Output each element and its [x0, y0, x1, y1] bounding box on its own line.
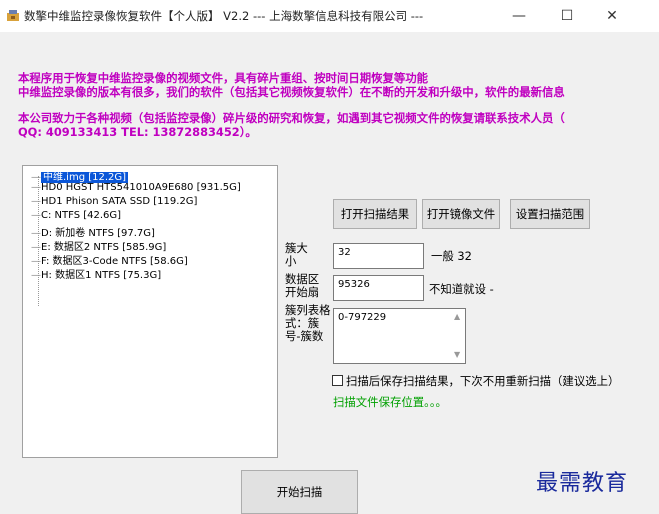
tree-item-label: HD0 HGST HTS541010A9E680 [931.5G] [41, 182, 241, 193]
cluster-size-label: 簇大小 [285, 241, 308, 268]
start-sector-input[interactable]: 95326 [333, 275, 424, 301]
tree-item-c[interactable]: —C: NTFS [42.6G] [31, 210, 121, 224]
save-scan-result-label: 扫描后保存扫描结果，下次不用重新扫描（建议选上） [346, 374, 620, 388]
watermark-text: 最需教育 [536, 471, 629, 496]
title-bar: 数擎中维监控录像恢复软件【个人版】 V2.2 --- 上海数擎信息科技有限公司 … [0, 0, 659, 32]
scroll-up-icon[interactable]: ▲ [454, 312, 460, 321]
set-scan-range-button[interactable]: 设置扫描范围 [510, 199, 590, 229]
close-button[interactable]: ✕ [590, 0, 634, 32]
start-scan-button[interactable]: 开始扫描 [241, 470, 358, 514]
tree-item-e[interactable]: —E: 数据区2 NTFS [585.9G] [31, 238, 166, 253]
tree-item-d[interactable]: —D: 新加卷 NTFS [97.7G] [31, 224, 155, 239]
tree-item-hd1[interactable]: —HD1 Phison SATA SSD [119.2G] [31, 196, 197, 210]
app-icon [7, 10, 19, 21]
open-image-button[interactable]: 打开镜像文件 [422, 199, 500, 229]
tree-item-label: C: NTFS [42.6G] [41, 210, 122, 221]
cluster-list-textarea[interactable]: 0-797229 [333, 308, 466, 364]
maximize-button[interactable]: ☐ [545, 0, 589, 32]
info-line-2: 中维监控录像的版本有很多，我们的软件（包括其它视频恢复软件）在不断的开发和升级中… [18, 85, 565, 99]
start-sector-label: 数据区开始扇 [285, 272, 320, 299]
start-sector-hint: 不知道就设 - [429, 282, 494, 296]
tree-item-h[interactable]: —H: 数据区1 NTFS [75.3G] [31, 266, 162, 281]
tree-item-label: H: 数据区1 NTFS [75.3G] [41, 270, 162, 281]
open-scan-result-button[interactable]: 打开扫描结果 [333, 199, 417, 229]
save-location-text[interactable]: 扫描文件保存位置。。。 [333, 394, 447, 410]
scroll-down-icon[interactable]: ▼ [454, 350, 460, 359]
tree-item-label: HD1 Phison SATA SSD [119.2G] [41, 196, 198, 207]
main-panel: 本程序用于恢复中维监控录像的视频文件，具有碎片重组、按时间日期恢复等功能 中维监… [0, 32, 659, 514]
minimize-button[interactable]: — [497, 0, 541, 32]
window-title: 数擎中维监控录像恢复软件【个人版】 V2.2 --- 上海数擎信息科技有限公司 … [24, 9, 424, 23]
tree-item-hd0[interactable]: —HD0 HGST HTS541010A9E680 [931.5G] [31, 182, 241, 196]
tree-item-image[interactable]: — 中维.img [12.2G] [31, 168, 129, 183]
drive-tree[interactable]: — 中维.img [12.2G] —HD0 HGST HTS541010A9E68… [22, 165, 278, 458]
save-scan-result-checkbox[interactable] [332, 375, 343, 386]
cluster-size-hint: 一般 32 [431, 249, 472, 263]
tree-item-f[interactable]: —F: 数据区3-Code NTFS [58.6G] [31, 252, 188, 267]
cluster-size-input[interactable]: 32 [333, 243, 424, 269]
info-line-4: QQ: 409133413 TEL: 13872883452）。 [18, 125, 257, 139]
cluster-list-label: 簇列表格式：簇号-簇数 [285, 303, 331, 343]
